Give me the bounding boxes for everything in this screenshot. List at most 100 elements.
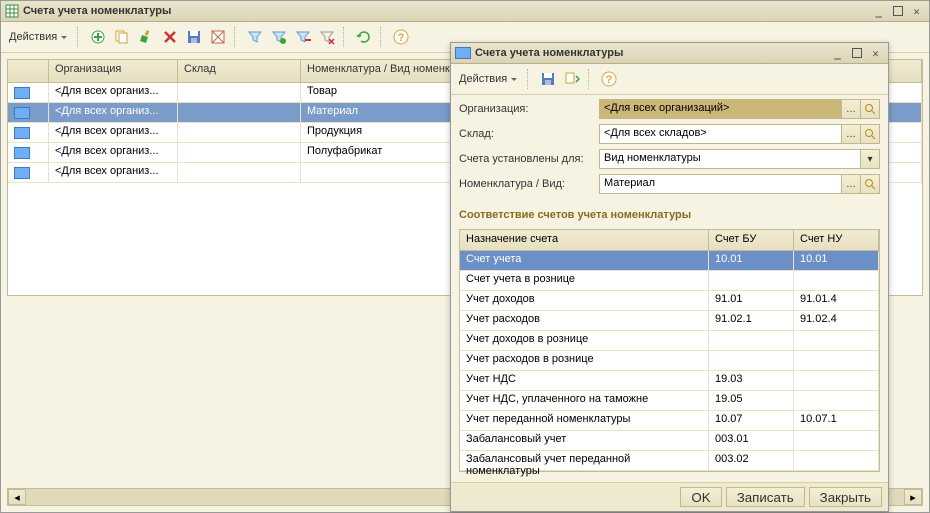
dlg-save-icon[interactable] — [538, 68, 558, 90]
filter-clear-icon[interactable] — [317, 26, 337, 48]
accounts-grid: Назначение счета Счет БУ Счет НУ Счет уч… — [459, 229, 880, 472]
cell-wh — [178, 103, 301, 123]
wh-label: Склад: — [459, 128, 599, 140]
cell-nu: 91.02.4 — [794, 311, 879, 331]
org-field[interactable]: <Для всех организаций> — [599, 99, 842, 119]
account-row[interactable]: Учет расходов91.02.191.02.4 — [460, 311, 879, 331]
cell-org: <Для всех организ... — [49, 123, 178, 143]
account-row[interactable]: Учет НДС, уплаченного на таможне19.05 — [460, 391, 879, 411]
org-lookup-button[interactable] — [861, 99, 880, 119]
cell-bu — [709, 271, 794, 291]
for-dropdown-button[interactable]: ▾ — [861, 149, 880, 169]
cell-bu: 10.01 — [709, 251, 794, 271]
dlg-nav-icon[interactable] — [562, 68, 582, 90]
nom-select-button[interactable]: … — [842, 174, 861, 194]
mark-icon[interactable] — [208, 26, 228, 48]
col-org[interactable]: Организация — [49, 60, 178, 82]
cell-wh — [178, 143, 301, 163]
delete-icon[interactable] — [160, 26, 180, 48]
dlg-actions-menu[interactable]: Действия — [455, 68, 521, 90]
col-purpose[interactable]: Назначение счета — [460, 230, 709, 250]
cell-nu — [794, 431, 879, 451]
wh-field[interactable]: <Для всех складов> — [599, 124, 842, 144]
close-button[interactable]: ✕ — [908, 4, 925, 19]
maximize-button[interactable] — [889, 4, 906, 19]
cell-bu: 10.07 — [709, 411, 794, 431]
dlg-maximize-button[interactable] — [848, 46, 865, 61]
table-icon — [5, 4, 19, 18]
org-select-button[interactable]: … — [842, 99, 861, 119]
help-icon[interactable]: ? — [391, 26, 411, 48]
svg-text:?: ? — [398, 32, 405, 44]
cell-nu — [794, 351, 879, 371]
cell-bu: 91.02.1 — [709, 311, 794, 331]
main-title: Счета учета номенклатуры — [23, 5, 171, 17]
actions-menu[interactable]: Действия — [5, 26, 71, 48]
cancel-button[interactable]: Закрыть — [809, 487, 882, 507]
refresh-icon[interactable] — [354, 26, 374, 48]
add-icon[interactable] — [88, 26, 108, 48]
nom-field[interactable]: Материал — [599, 174, 842, 194]
cell-bu: 003.01 — [709, 431, 794, 451]
account-row[interactable]: Учет доходов91.0191.01.4 — [460, 291, 879, 311]
cell-wh — [178, 123, 301, 143]
dlg-minimize-button[interactable]: _ — [829, 46, 846, 61]
cell-purpose: Счет учета в рознице — [460, 271, 709, 291]
section-title: Соответствие счетов учета номенклатуры — [459, 209, 880, 221]
account-row[interactable]: Учет НДС19.03 — [460, 371, 879, 391]
account-row[interactable]: Счет учета10.0110.01 — [460, 251, 879, 271]
cell-purpose: Учет доходов — [460, 291, 709, 311]
cell-purpose: Учет НДС — [460, 371, 709, 391]
main-titlebar: Счета учета номенклатуры _ ✕ — [1, 1, 929, 22]
cell-bu: 19.03 — [709, 371, 794, 391]
dlg-title: Счета учета номенклатуры — [475, 47, 623, 59]
minimize-button[interactable]: _ — [870, 4, 887, 19]
filter1-icon[interactable] — [245, 26, 265, 48]
filter2-icon[interactable] — [269, 26, 289, 48]
cell-bu — [709, 351, 794, 371]
dlg-footer: OK Записать Закрыть — [451, 482, 888, 511]
cell-nu — [794, 271, 879, 291]
col-wh[interactable]: Склад — [178, 60, 301, 82]
scroll-left-icon[interactable]: ◂ — [8, 489, 26, 505]
account-row[interactable]: Забалансовый учет003.01 — [460, 431, 879, 451]
cell-nu — [794, 371, 879, 391]
ok-button[interactable]: OK — [680, 487, 721, 507]
cell-purpose: Забалансовый учет переданной номенклатур… — [460, 451, 709, 471]
col-nu[interactable]: Счет НУ — [794, 230, 879, 250]
cell-purpose: Учет переданной номенклатуры — [460, 411, 709, 431]
filter3-icon[interactable] — [293, 26, 313, 48]
col-icon[interactable] — [8, 60, 49, 82]
account-row[interactable]: Счет учета в рознице — [460, 271, 879, 291]
cell-wh — [178, 163, 301, 183]
dlg-close-button[interactable]: ✕ — [867, 46, 884, 61]
account-row[interactable]: Учет переданной номенклатуры10.0710.07.1 — [460, 411, 879, 431]
row-icon — [14, 87, 30, 99]
dlg-titlebar: Счета учета номенклатуры _ ✕ — [451, 43, 888, 64]
cell-nu: 10.07.1 — [794, 411, 879, 431]
save-button[interactable]: Записать — [726, 487, 805, 507]
dlg-help-icon[interactable]: ? — [599, 68, 619, 90]
save-icon[interactable] — [184, 26, 204, 48]
scroll-right-icon[interactable]: ▸ — [904, 489, 922, 505]
account-row[interactable]: Учет расходов в рознице — [460, 351, 879, 371]
wh-select-button[interactable]: … — [842, 124, 861, 144]
cell-purpose: Забалансовый учет — [460, 431, 709, 451]
cell-nu — [794, 451, 879, 471]
account-row[interactable]: Учет доходов в рознице — [460, 331, 879, 351]
for-field[interactable]: Вид номенклатуры — [599, 149, 861, 169]
account-row[interactable]: Забалансовый учет переданной номенклатур… — [460, 451, 879, 471]
cell-wh — [178, 83, 301, 103]
edit-icon[interactable] — [136, 26, 156, 48]
cell-purpose: Счет учета — [460, 251, 709, 271]
nom-lookup-button[interactable] — [861, 174, 880, 194]
wh-lookup-button[interactable] — [861, 124, 880, 144]
copy-icon[interactable] — [112, 26, 132, 48]
cell-purpose: Учет расходов в рознице — [460, 351, 709, 371]
accounts-body[interactable]: Счет учета10.0110.01Счет учета в рознице… — [460, 251, 879, 471]
dialog-window: Счета учета номенклатуры _ ✕ Действия ? … — [450, 42, 889, 512]
col-bu[interactable]: Счет БУ — [709, 230, 794, 250]
org-label: Организация: — [459, 103, 599, 115]
dlg-toolbar: Действия ? — [451, 64, 888, 95]
cell-nu: 10.01 — [794, 251, 879, 271]
